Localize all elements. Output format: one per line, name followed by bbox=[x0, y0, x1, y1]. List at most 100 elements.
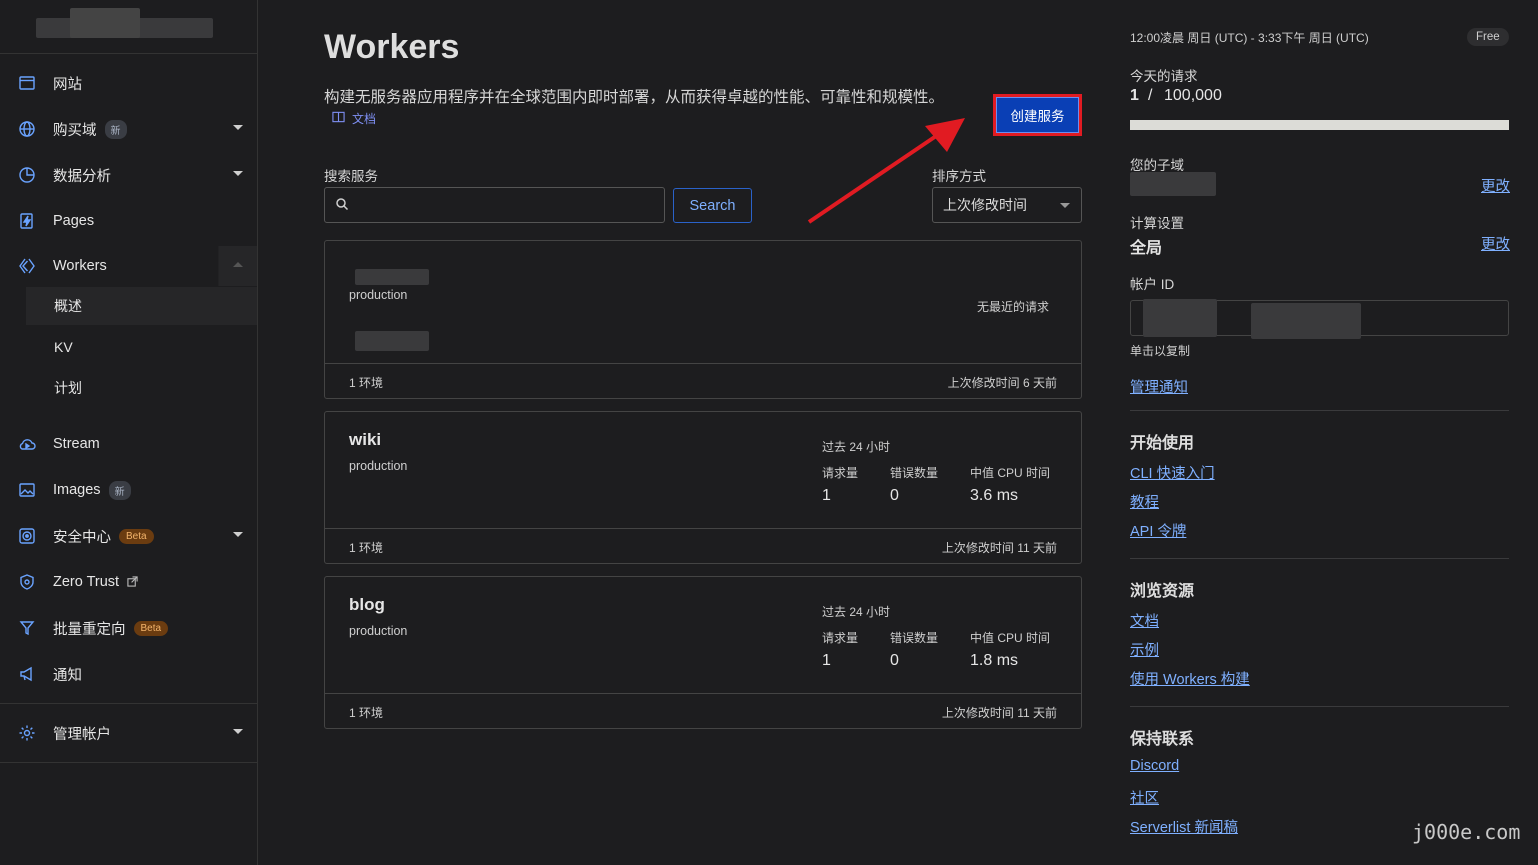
service-card-footer: 1 环境 上次修改时间 6 天前 bbox=[325, 364, 1081, 398]
service-env: production bbox=[349, 624, 408, 638]
discord-link[interactable]: Discord bbox=[1130, 758, 1179, 774]
sidebar-item-label: 数据分析 bbox=[53, 168, 111, 185]
sidebar-item-label: Workers bbox=[53, 258, 107, 274]
sidebar-subitem-kv[interactable]: KV bbox=[26, 328, 257, 366]
radar-icon bbox=[18, 527, 36, 545]
account-id-field[interactable] bbox=[1130, 299, 1509, 339]
tutorials-link[interactable]: 教程 bbox=[1130, 491, 1159, 512]
env-count: 1 环境 bbox=[349, 706, 384, 720]
errors-label: 错误数量 bbox=[890, 631, 939, 645]
change-compute-link[interactable]: 更改 bbox=[1481, 233, 1510, 254]
create-service-button[interactable]: 创建服务 bbox=[996, 97, 1079, 133]
search-field[interactable] bbox=[324, 187, 665, 223]
sidebar-subitem-plans[interactable]: 计划 bbox=[26, 369, 257, 407]
sidebar-item-websites[interactable]: 网站 bbox=[0, 63, 257, 103]
docs-resource-link[interactable]: 文档 bbox=[1130, 610, 1159, 631]
gear-icon bbox=[18, 724, 36, 742]
shield-icon bbox=[18, 573, 36, 591]
new-badge: 新 bbox=[104, 119, 127, 139]
sidebar-item-zero-trust[interactable]: Zero Trust bbox=[0, 562, 257, 602]
docs-link-label: 文档 bbox=[352, 112, 377, 126]
service-card[interactable]: production 无最近的请求 1 环境 上次修改时间 6 天前 bbox=[324, 240, 1082, 399]
service-card[interactable]: wiki production 过去 24 小时 请求量 错误数量 中值 CPU… bbox=[324, 411, 1082, 564]
sidebar-item-security-center[interactable]: 安全中心 Beta bbox=[0, 516, 257, 556]
beta-badge: Beta bbox=[133, 620, 169, 636]
service-card-body: wiki production 过去 24 小时 请求量 错误数量 中值 CPU… bbox=[325, 412, 1081, 529]
sidebar-item-register-domains[interactable]: 购买域 新 bbox=[0, 109, 257, 149]
subdomain-label: 您的子域 bbox=[1130, 158, 1184, 173]
globe-icon bbox=[18, 120, 36, 138]
errors-value: 0 bbox=[890, 487, 899, 504]
chevron-down-icon bbox=[233, 532, 243, 537]
account-name-redacted bbox=[70, 8, 140, 38]
sidebar-item-manage-account[interactable]: 管理帐户 bbox=[0, 713, 257, 753]
sidebar-item-pages[interactable]: Pages bbox=[0, 201, 257, 241]
sidebar-item-label: 购买域 bbox=[53, 122, 97, 139]
subdomain-redacted bbox=[1130, 172, 1216, 196]
community-link[interactable]: 社区 bbox=[1130, 787, 1159, 808]
change-subdomain-link[interactable]: 更改 bbox=[1481, 175, 1510, 196]
requests-value: 1 bbox=[822, 487, 831, 504]
last-modified: 上次修改时间 6 天前 bbox=[947, 376, 1057, 390]
pie-chart-icon bbox=[18, 166, 36, 184]
sidebar-item-analytics[interactable]: 数据分析 bbox=[0, 155, 257, 195]
search-label: 搜索服务 bbox=[324, 169, 378, 184]
service-env: production bbox=[349, 459, 408, 473]
dropdown-arrow-icon bbox=[1060, 203, 1070, 208]
service-detail-redacted bbox=[355, 331, 429, 351]
sidebar-item-label: Zero Trust bbox=[53, 574, 120, 590]
external-link-icon bbox=[127, 574, 138, 590]
sidebar-item-bulk-redirects[interactable]: 批量重定向 Beta bbox=[0, 608, 257, 648]
search-input[interactable] bbox=[357, 197, 647, 213]
section-divider bbox=[1130, 558, 1509, 559]
docs-link[interactable]: 文档 bbox=[332, 110, 376, 127]
examples-link[interactable]: 示例 bbox=[1130, 639, 1159, 660]
funnel-signpost-icon bbox=[18, 619, 36, 637]
compute-settings-value: 全局 bbox=[1130, 240, 1163, 257]
sidebar-divider bbox=[0, 703, 257, 704]
sidebar-divider bbox=[0, 762, 257, 763]
annotation-arrow bbox=[807, 118, 965, 224]
section-divider bbox=[1130, 706, 1509, 707]
book-icon bbox=[332, 111, 345, 126]
requests-separator: / bbox=[1148, 87, 1153, 104]
sidebar-item-label: Stream bbox=[53, 436, 100, 452]
sidebar-item-images[interactable]: Images 新 bbox=[0, 470, 257, 510]
page-title: Workers bbox=[324, 28, 460, 66]
built-with-workers-link[interactable]: 使用 Workers 构建 bbox=[1130, 668, 1250, 689]
workers-icon bbox=[18, 257, 36, 275]
sidebar-subitem-overview[interactable]: 概述 bbox=[26, 287, 257, 325]
requests-label: 请求量 bbox=[822, 631, 859, 645]
requests-value: 1 bbox=[822, 652, 831, 669]
sidebar: 网站 购买域 新 数据分析 Pages Workers 概述 KV 计划 Str… bbox=[0, 0, 258, 865]
service-name[interactable]: blog bbox=[349, 595, 385, 615]
service-card-footer: 1 环境 上次修改时间 11 天前 bbox=[325, 529, 1081, 563]
serverlist-newsletter-link[interactable]: Serverlist 新闻稿 bbox=[1130, 816, 1238, 837]
chevron-up-icon bbox=[233, 262, 243, 267]
image-icon bbox=[18, 481, 36, 499]
copy-hint: 单击以复制 bbox=[1130, 344, 1191, 358]
megaphone-icon bbox=[18, 665, 36, 683]
api-tokens-link[interactable]: API 令牌 bbox=[1130, 520, 1186, 541]
sidebar-item-workers[interactable]: Workers bbox=[0, 246, 257, 286]
env-count: 1 环境 bbox=[349, 541, 384, 555]
service-name[interactable]: wiki bbox=[349, 430, 381, 450]
time-range: 12:00凌晨 周日 (UTC) - 3:33下午 周日 (UTC) bbox=[1130, 31, 1369, 45]
beta-badge: Beta bbox=[119, 528, 154, 544]
sidebar-item-stream[interactable]: Stream bbox=[0, 424, 257, 464]
last-modified: 上次修改时间 11 天前 bbox=[941, 706, 1057, 720]
service-card[interactable]: blog production 过去 24 小时 请求量 错误数量 中值 CPU… bbox=[324, 576, 1082, 729]
account-id-redacted bbox=[1251, 303, 1361, 339]
sidebar-item-label: 安全中心 bbox=[53, 529, 111, 546]
requests-label: 请求量 bbox=[822, 466, 859, 480]
search-button[interactable]: Search bbox=[673, 188, 752, 223]
sidebar-item-label: 通知 bbox=[53, 667, 82, 684]
manage-notifications-link[interactable]: 管理通知 bbox=[1130, 376, 1188, 397]
requests-limit: 100,000 bbox=[1164, 87, 1222, 104]
account-switcher[interactable] bbox=[0, 0, 257, 54]
service-name-redacted bbox=[355, 269, 429, 285]
cli-quickstart-link[interactable]: CLI 快速入门 bbox=[1130, 462, 1215, 483]
sidebar-item-notifications[interactable]: 通知 bbox=[0, 654, 257, 694]
new-badge: 新 bbox=[108, 480, 131, 500]
chevron-down-icon bbox=[233, 729, 243, 734]
